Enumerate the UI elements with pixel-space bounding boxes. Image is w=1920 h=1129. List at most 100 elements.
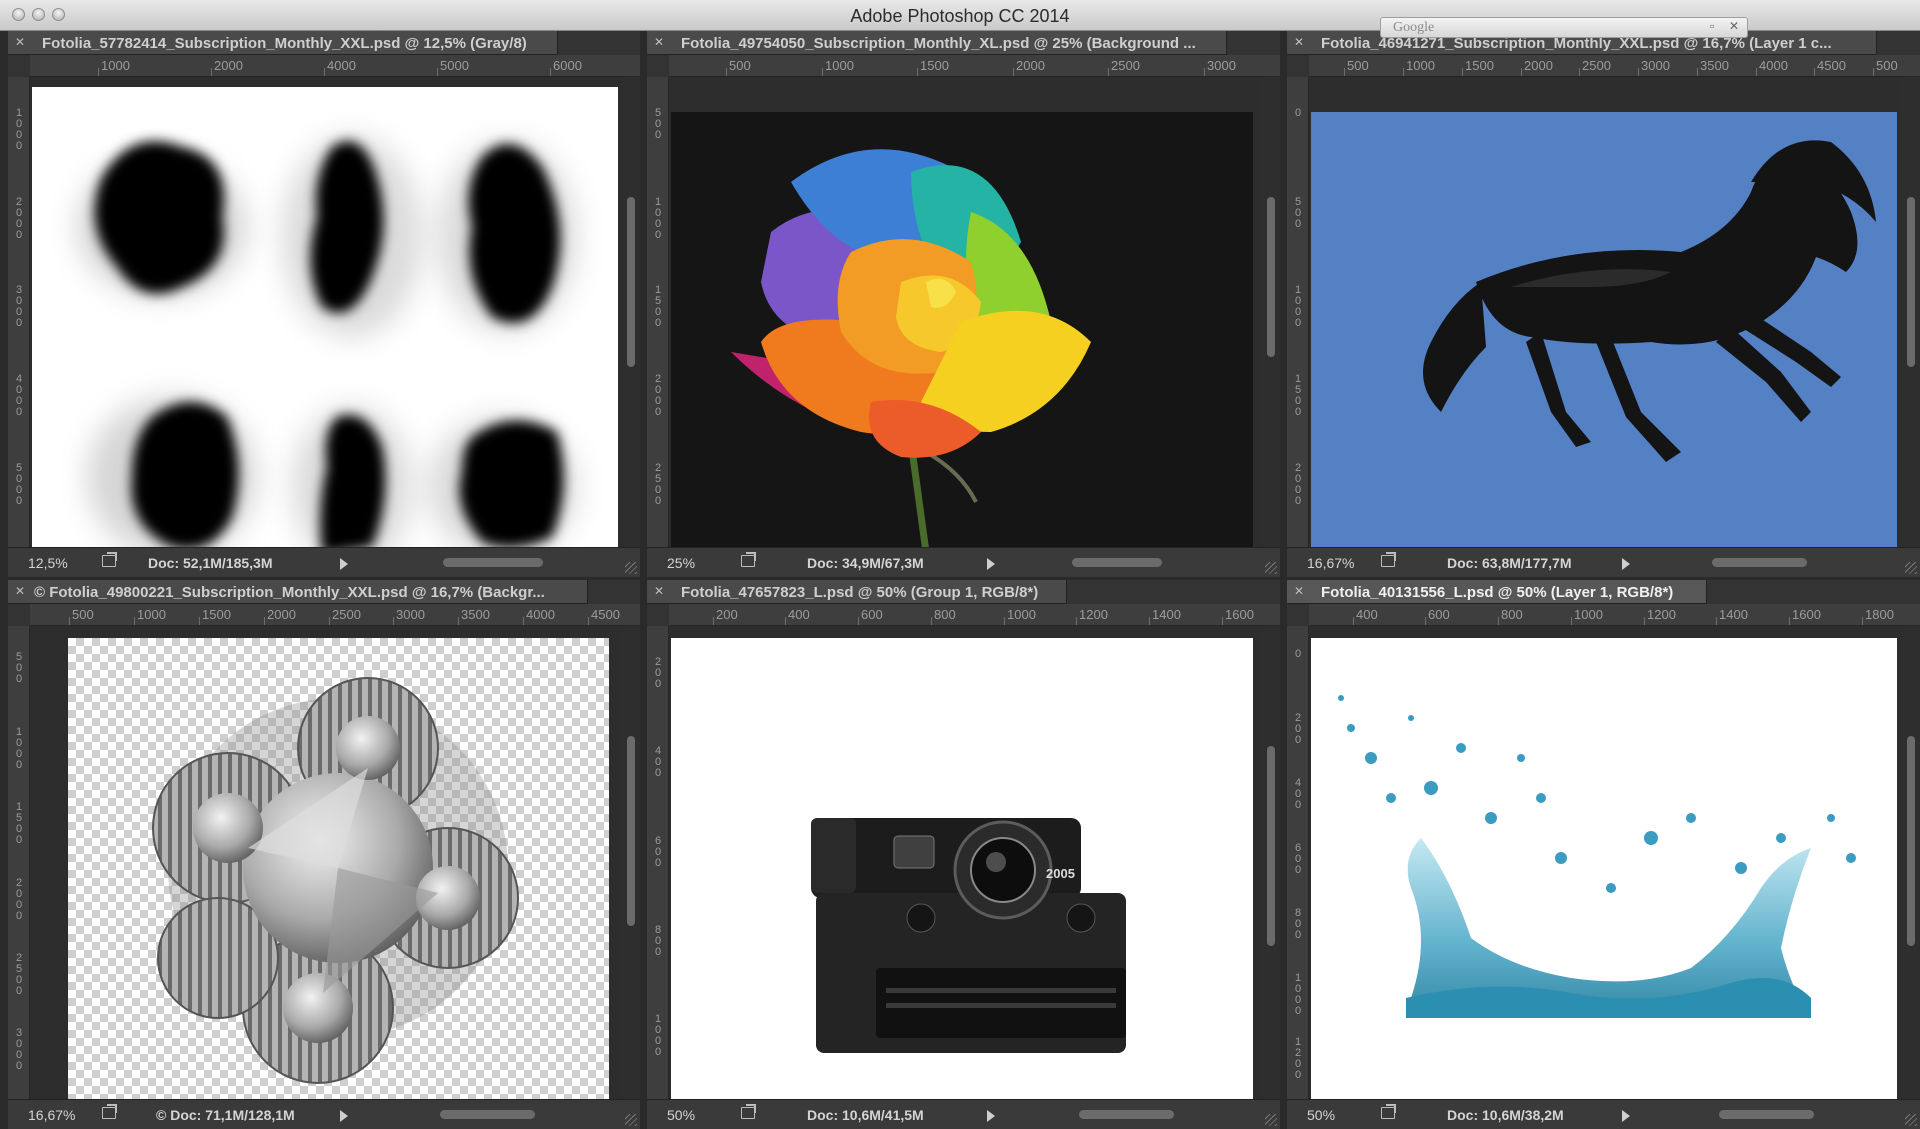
ruler-tick-mark [1756, 68, 1757, 76]
ruler-tick-mark [199, 617, 200, 625]
horizontal-scroll-thumb[interactable] [1072, 558, 1162, 567]
vertical-scrollbar[interactable] [622, 77, 640, 547]
horizontal-scroll-thumb[interactable] [440, 1110, 535, 1119]
scroll-thumb[interactable] [1907, 197, 1915, 367]
ruler-tick-label: 4500 [1817, 58, 1846, 73]
close-tab-icon[interactable]: ✕ [1294, 584, 1304, 598]
close-tab-icon[interactable]: ✕ [15, 584, 25, 598]
vertical-scrollbar[interactable] [1902, 626, 1920, 1099]
close-tab-icon[interactable]: ✕ [15, 35, 25, 49]
document-window-5[interactable]: ✕ Fotolia_47657823_L.psd @ 50% (Group 1, … [647, 580, 1280, 1129]
status-menu-arrow-icon[interactable] [987, 1110, 995, 1122]
resize-grip-icon[interactable] [1265, 562, 1277, 574]
vertical-scrollbar[interactable] [1262, 626, 1280, 1099]
ruler-tick-label: 2000 [1016, 58, 1045, 73]
ruler-tick-label: 1000 [1007, 607, 1036, 622]
resize-grip-icon[interactable] [1905, 562, 1917, 574]
canvas[interactable] [671, 112, 1253, 555]
document-tab-1[interactable]: ✕ Fotolia_57782414_Subscription_Monthly_X… [8, 31, 558, 55]
ruler-tick-label: 1000 [1294, 972, 1302, 1017]
document-tab-2[interactable]: ✕ Fotolia_49754050_Subscription_Monthly_X… [647, 31, 1227, 55]
doc-size: © Doc: 71,1M/128,1M [156, 1107, 295, 1123]
horizontal-scroll-thumb[interactable] [1719, 1110, 1814, 1119]
canvas[interactable] [1311, 638, 1897, 1108]
vertical-scrollbar[interactable] [1902, 77, 1920, 547]
horizontal-scroll-thumb[interactable] [443, 558, 543, 567]
water-splash-image [1338, 695, 1856, 1018]
maximize-icon[interactable]: ▫ [1710, 19, 1714, 33]
ruler-tick-mark [437, 68, 438, 76]
ruler-tick-mark [1076, 617, 1077, 625]
horizontal-scroll-thumb[interactable] [1079, 1110, 1174, 1119]
ruler-tick-mark [822, 68, 823, 76]
ruler-tick-label: 3000 [1641, 58, 1670, 73]
canvas-pasteboard [1309, 77, 1902, 555]
canvas[interactable] [68, 638, 609, 1108]
resize-grip-icon[interactable] [1265, 1114, 1277, 1126]
horizontal-scroll-thumb[interactable] [1712, 558, 1807, 567]
ruler-tick-mark [1789, 617, 1790, 625]
share-icon[interactable] [741, 552, 756, 567]
vertical-scrollbar[interactable] [622, 626, 640, 1099]
canvas[interactable] [1311, 112, 1897, 555]
document-window-3[interactable]: ✕ Fotolia_46941271_Subscription_Monthly_X… [1287, 31, 1920, 577]
status-menu-arrow-icon[interactable] [1622, 558, 1630, 570]
zoom-level[interactable]: 50% [667, 1107, 695, 1123]
ruler-tick-mark [1108, 68, 1109, 76]
share-icon[interactable] [102, 552, 117, 567]
scroll-thumb[interactable] [627, 197, 635, 367]
ruler-tick-label: 1400 [1152, 607, 1181, 622]
share-icon[interactable] [741, 1104, 756, 1119]
doc-size: Doc: 63,8M/177,7M [1447, 555, 1572, 571]
document-window-6[interactable]: ✕ Fotolia_40131556_L.psd @ 50% (Layer 1, … [1287, 580, 1920, 1129]
canvas[interactable]: 2005 [671, 638, 1253, 1108]
zoom-level[interactable]: 50% [1307, 1107, 1335, 1123]
share-icon[interactable] [1381, 552, 1396, 567]
canvas-pasteboard [30, 77, 622, 555]
document-window-1[interactable]: ✕ Fotolia_57782414_Subscription_Monthly_X… [8, 31, 640, 577]
document-tab-title: Fotolia_57782414_Subscription_Monthly_XX… [42, 35, 527, 52]
document-window-2[interactable]: ✕ Fotolia_49754050_Subscription_Monthly_X… [647, 31, 1280, 577]
resize-grip-icon[interactable] [625, 562, 637, 574]
status-menu-arrow-icon[interactable] [340, 558, 348, 570]
scroll-thumb[interactable] [1267, 746, 1275, 946]
horizontal-ruler: 1000 2000 4000 5000 6000 [30, 55, 640, 77]
horizontal-ruler: 400 600 800 1000 1200 1400 1600 1800 [1309, 604, 1920, 626]
close-icon[interactable]: ✕ [1729, 19, 1739, 33]
google-search-bar[interactable]: Google ▫ ✕ [1380, 17, 1748, 38]
scroll-thumb[interactable] [1907, 736, 1915, 946]
scroll-thumb[interactable] [627, 736, 635, 926]
zoom-level[interactable]: 25% [667, 555, 695, 571]
ruler-tick-label: 6000 [553, 58, 582, 73]
ruler-tick-label: 2500 [1582, 58, 1611, 73]
ruler-tick-label: 400 [1356, 607, 1378, 622]
document-tab-title: Fotolia_47657823_L.psd @ 50% (Group 1, R… [681, 584, 1039, 601]
document-window-4[interactable]: ✕ © Fotolia_49800221_Subscription_Monthly… [8, 580, 640, 1129]
canvas-pasteboard [1309, 626, 1902, 1108]
ruler-tick-mark [393, 617, 394, 625]
ruler-tick-label: 2500 [1111, 58, 1140, 73]
ruler-tick-label: 3000 [1207, 58, 1236, 73]
share-icon[interactable] [102, 1104, 117, 1119]
zoom-level[interactable]: 16,67% [1307, 555, 1354, 571]
vertical-scrollbar[interactable] [1262, 77, 1280, 547]
zoom-level[interactable]: 16,67% [28, 1107, 75, 1123]
status-menu-arrow-icon[interactable] [987, 558, 995, 570]
ruler-tick-label: 1600 [1225, 607, 1254, 622]
document-tab-5[interactable]: ✕ Fotolia_47657823_L.psd @ 50% (Group 1, … [647, 580, 1067, 604]
scroll-thumb[interactable] [1267, 197, 1275, 357]
close-tab-icon[interactable]: ✕ [654, 35, 664, 49]
document-tab-6[interactable]: ✕ Fotolia_40131556_L.psd @ 50% (Layer 1, … [1287, 580, 1707, 604]
ruler-tick-label: 400 [1294, 777, 1302, 811]
share-icon[interactable] [1381, 1104, 1396, 1119]
resize-grip-icon[interactable] [625, 1114, 637, 1126]
document-tab-4[interactable]: ✕ © Fotolia_49800221_Subscription_Monthly… [8, 580, 588, 604]
resize-grip-icon[interactable] [1905, 1114, 1917, 1126]
ruler-tick-label: 1500 [1294, 373, 1302, 418]
status-menu-arrow-icon[interactable] [1622, 1110, 1630, 1122]
zoom-level[interactable]: 12,5% [28, 555, 68, 571]
close-tab-icon[interactable]: ✕ [1294, 35, 1304, 49]
canvas[interactable] [32, 87, 618, 555]
status-menu-arrow-icon[interactable] [340, 1110, 348, 1122]
close-tab-icon[interactable]: ✕ [654, 584, 664, 598]
